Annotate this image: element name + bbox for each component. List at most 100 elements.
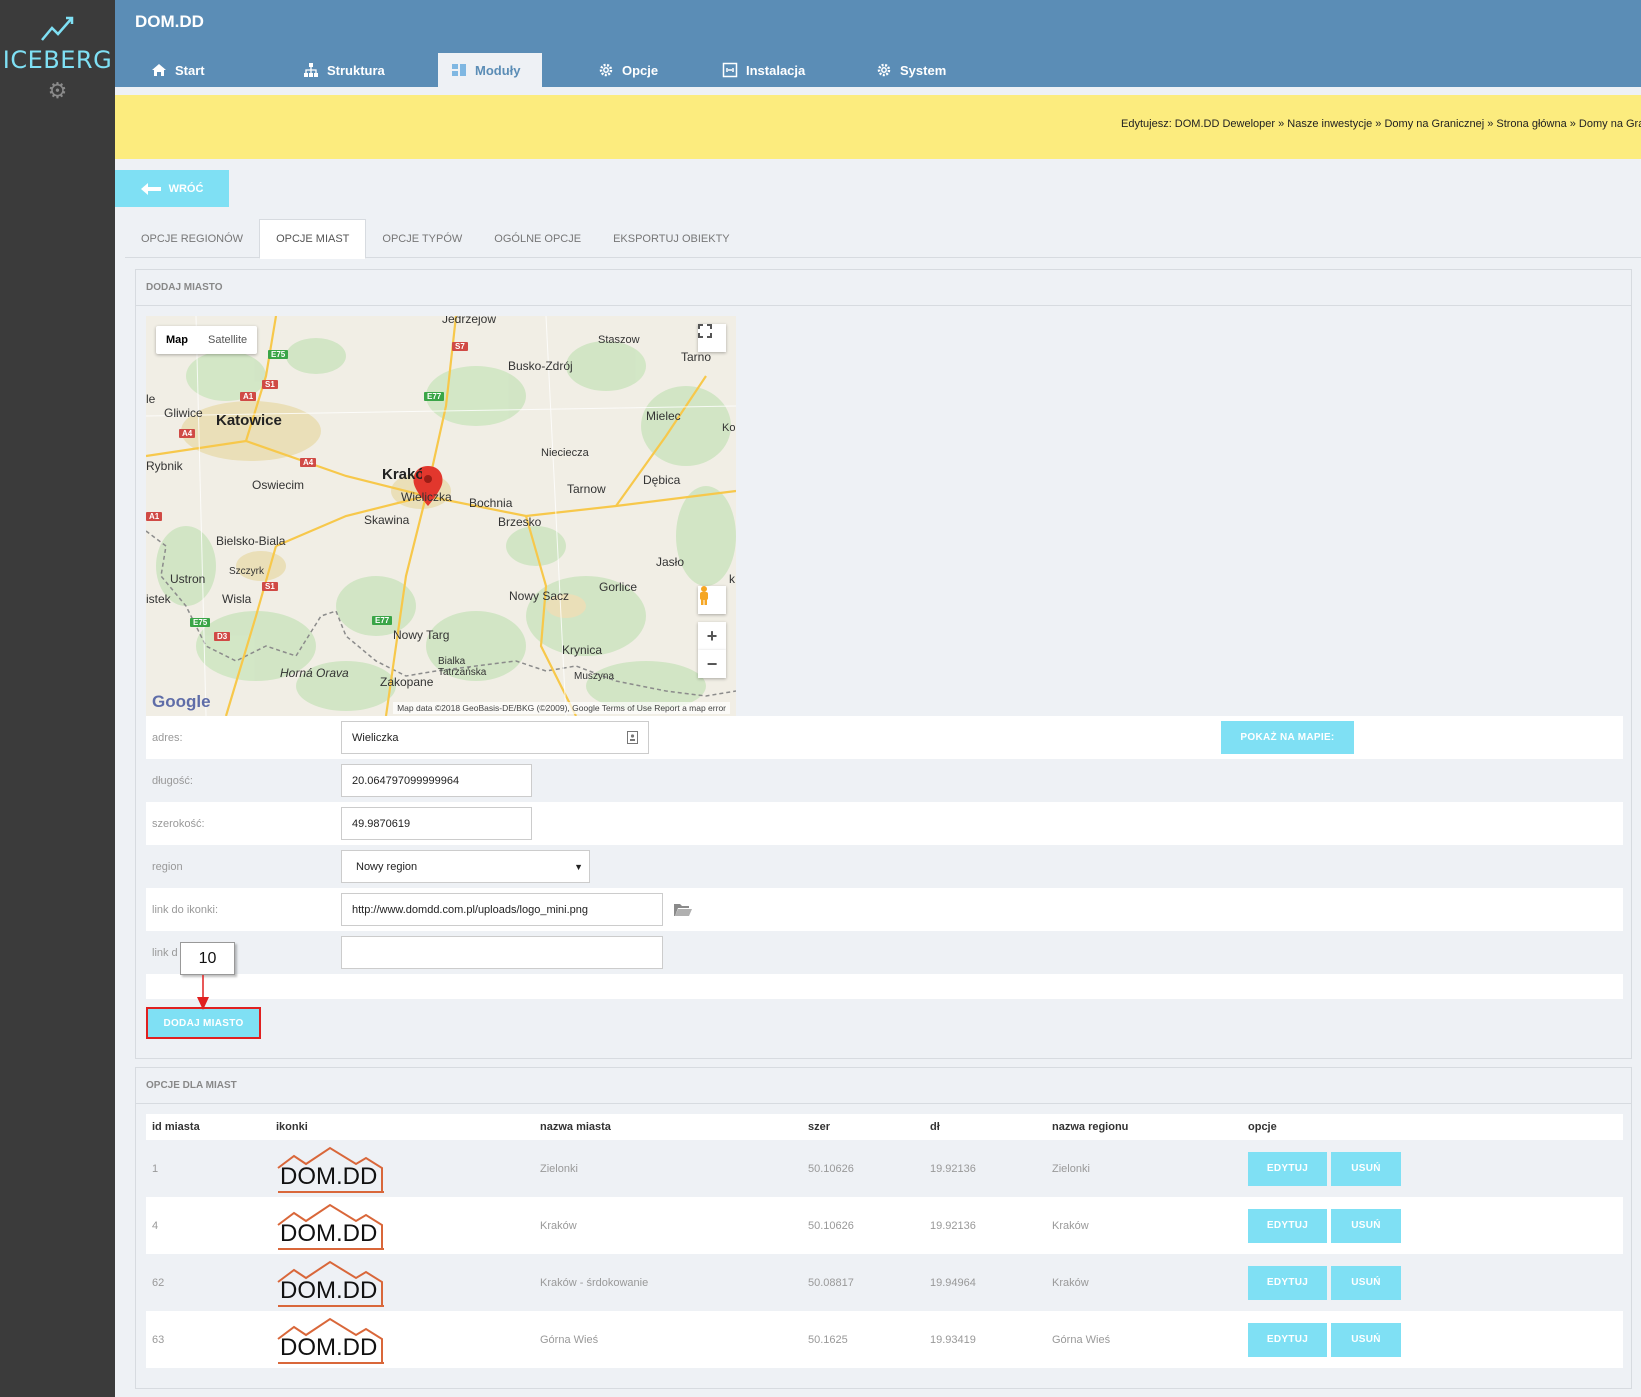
nav-system-label: System — [900, 62, 947, 78]
table-row: 62 DOM.DD Kraków - śrdokowanie 50.08817 … — [146, 1254, 1623, 1311]
city-list-panel: OPCJE DLA MIAST id miasta ikonki nazwa m… — [135, 1067, 1632, 1389]
map-label: Szczyrk — [229, 566, 264, 577]
install-icon — [722, 62, 738, 78]
map-label: Bochnia — [469, 496, 513, 510]
row-lat: 50.10626 — [808, 1162, 854, 1175]
sitemap-icon — [304, 63, 318, 77]
latitude-input[interactable]: 49.9870619 — [341, 807, 532, 840]
city-list-panel-title: OPCJE DLA MIAST — [136, 1068, 1631, 1104]
back-button[interactable]: WRÓĆ — [115, 170, 229, 207]
spacer-row — [146, 974, 1623, 999]
nav-system[interactable]: System — [840, 53, 980, 87]
row-id: 4 — [152, 1219, 159, 1232]
row-lat: 50.10626 — [808, 1219, 854, 1232]
row-options: EDYTUJ USUŃ — [1248, 1265, 1401, 1300]
add-city-button[interactable]: DODAJ MIASTO — [146, 1007, 261, 1039]
delete-button[interactable]: USUŃ — [1331, 1208, 1401, 1243]
delete-button[interactable]: USUŃ — [1331, 1322, 1401, 1357]
annotation-callout: 10 — [180, 942, 235, 975]
row-id: 62 — [152, 1276, 165, 1289]
road-shield: S1 — [262, 582, 278, 591]
logo-text: DOM.DD — [280, 1333, 378, 1361]
tab-opcje-regionow[interactable]: OPCJE REGIONÓW — [125, 219, 259, 258]
row-region: Kraków — [1052, 1276, 1089, 1289]
address-value: Wieliczka — [352, 731, 399, 744]
tab-opcje-typow[interactable]: OPCJE TYPÓW — [366, 219, 478, 258]
nav-instalacja-label: Instalacja — [746, 62, 806, 78]
nav-start-label: Start — [175, 62, 205, 78]
map-type-toggle: Map Satellite — [156, 326, 258, 354]
show-on-map-button[interactable]: POKAŻ NA MAPIE: — [1221, 721, 1354, 754]
road-shield: A1 — [240, 392, 257, 401]
annotation-arrow-icon — [197, 975, 209, 1010]
map-view[interactable]: Jedrzejow Staszow Tarno Busko-Zdrój Gliw… — [146, 316, 736, 716]
link2-input[interactable] — [341, 936, 663, 969]
map-label: Horná Orava — [280, 666, 349, 680]
address-input[interactable]: Wieliczka — [341, 721, 649, 754]
region-select[interactable]: Nowy region ▼ — [341, 850, 590, 883]
edit-button[interactable]: EDYTUJ — [1248, 1208, 1327, 1243]
road-shield: A4 — [179, 429, 196, 438]
row-id: 63 — [152, 1333, 165, 1346]
icon-link-input[interactable]: http://www.domdd.com.pl/uploads/logo_min… — [341, 893, 663, 926]
nav-opcje[interactable]: Opcje — [542, 53, 682, 87]
settings-gear-icon[interactable]: ⚙ — [0, 80, 115, 102]
map-label: Nowy Sacz — [509, 589, 570, 603]
row-lon: 19.94964 — [930, 1276, 976, 1289]
row-icon-cell: DOM.DD — [276, 1203, 540, 1250]
map-type-satellite-button[interactable]: Satellite — [198, 326, 257, 354]
row-lon: 19.92136 — [930, 1162, 976, 1175]
nav-instalacja[interactable]: Instalacja — [682, 53, 840, 87]
brand-logo[interactable]: ICEBERG ⚙ — [0, 14, 115, 102]
tab-ogolne-opcje[interactable]: OGÓLNE OPCJE — [478, 219, 597, 258]
tab-opcje-miast[interactable]: OPCJE MIAST — [259, 219, 367, 259]
col-lon: dł — [930, 1121, 940, 1133]
google-logo[interactable]: Google — [152, 692, 211, 712]
row-city-name: Górna Wieś — [540, 1333, 599, 1346]
folder-open-icon[interactable] — [673, 902, 693, 917]
zoom-out-icon[interactable]: − — [698, 650, 726, 678]
row-lon: 19.93419 — [930, 1333, 976, 1346]
map-label: Ustron — [170, 572, 206, 586]
map-attribution[interactable]: Map data ©2018 GeoBasis-DE/BKG (©2009), … — [393, 702, 730, 714]
app-title: DOM.DD — [135, 12, 204, 31]
nav-start[interactable]: Start — [115, 53, 255, 87]
map-label: Niecieczа — [541, 447, 589, 459]
tab-eksportuj-obiekty[interactable]: EKSPORTUJ OBIEKTY — [597, 219, 746, 258]
edit-button[interactable]: EDYTUJ — [1248, 1322, 1327, 1357]
row-options: EDYTUJ USUŃ — [1248, 1322, 1401, 1357]
row-lat: 50.08817 — [808, 1276, 854, 1289]
logo-text: DOM.DD — [280, 1219, 378, 1247]
longitude-input[interactable]: 20.064797099999964 — [341, 764, 532, 797]
address-row: adres: Wieliczka POKAŻ NA MAPIE: — [146, 716, 1623, 759]
map-type-map-button[interactable]: Map — [156, 326, 198, 354]
delete-button[interactable]: USUŃ — [1331, 1265, 1401, 1300]
latitude-label: szerokość: — [152, 817, 205, 830]
options-tabs: OPCJE REGIONÓW OPCJE MIAST OPCJE TYPÓW O… — [125, 219, 1641, 259]
map-label: Skawina — [364, 513, 410, 527]
nav-struktura[interactable]: Struktura — [255, 53, 415, 87]
modules-icon — [452, 64, 466, 76]
delete-button[interactable]: USUŃ — [1331, 1151, 1401, 1186]
map-label: Krynica — [562, 643, 603, 657]
breadcrumb-bar: Edytujesz: DOM.DD Deweloper » Nasze inwe… — [115, 95, 1641, 159]
edit-button[interactable]: EDYTUJ — [1248, 1151, 1327, 1186]
map-label: Dębica — [643, 473, 681, 487]
row-icon-cell: DOM.DD — [276, 1260, 540, 1307]
edit-button[interactable]: EDYTUJ — [1248, 1265, 1327, 1300]
nav-moduly[interactable]: Moduły — [438, 53, 542, 87]
col-options: opcje — [1248, 1121, 1277, 1133]
breadcrumb[interactable]: Edytujesz: DOM.DD Deweloper » Nasze inwe… — [1121, 118, 1641, 130]
zoom-in-icon[interactable]: + — [698, 622, 726, 650]
map-label: Kol — [722, 422, 736, 434]
region-select-value: Nowy region — [356, 860, 418, 873]
domdd-logo: DOM.DD — [276, 1203, 384, 1250]
map-label: Tarno — [681, 350, 712, 364]
fullscreen-icon[interactable] — [698, 324, 726, 352]
map-label: Bielsko-Biala — [216, 534, 286, 548]
map-label: Muszyna — [574, 671, 615, 682]
contact-card-icon — [627, 731, 638, 744]
street-view-pegman-icon[interactable] — [698, 586, 726, 614]
map-label: Wisla — [222, 592, 252, 606]
latitude-row: szerokość: 49.9870619 — [146, 802, 1623, 845]
